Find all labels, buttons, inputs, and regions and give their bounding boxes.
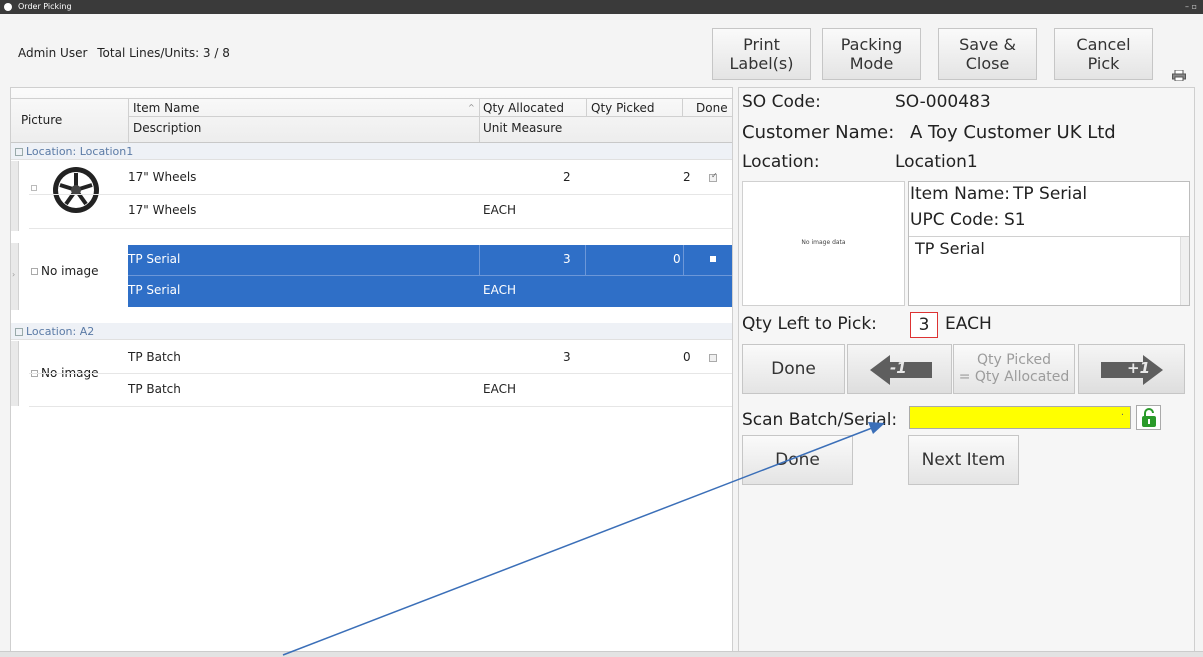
row-item-name[interactable]: TP Batch	[128, 349, 181, 366]
group-row-location1[interactable]: Location: Location1	[11, 143, 732, 160]
no-image-label: No image	[31, 264, 99, 278]
selected-row[interactable]: TP Serial 3 0 TP Serial EACH	[128, 245, 732, 307]
next-item-button[interactable]: Next Item	[908, 435, 1019, 485]
row-qty-picked[interactable]: 0	[673, 251, 681, 268]
info-icon	[4, 3, 12, 11]
customer-name-label: Customer Name:	[742, 122, 895, 143]
header-info: Admin User Total Lines/Units: 3 / 8	[18, 46, 230, 60]
user-name: Admin User	[18, 46, 88, 60]
qty-left-value: 3	[910, 312, 938, 338]
current-row-icon: ›	[12, 270, 16, 279]
unlock-icon	[1142, 408, 1156, 427]
row-qty-picked[interactable]: 2	[683, 169, 691, 186]
done-scan-button[interactable]: Done	[742, 435, 853, 485]
done-checkbox[interactable]	[709, 354, 717, 362]
row-description[interactable]: 17" Wheels	[128, 202, 196, 219]
row-unit-measure[interactable]: EACH	[483, 381, 516, 398]
item-image-box: No image data	[742, 181, 905, 306]
row-description[interactable]: TP Serial	[128, 282, 180, 299]
column-unit-measure[interactable]: Unit Measure	[483, 119, 562, 137]
item-description-box[interactable]: TP Serial	[909, 236, 1189, 305]
row-qty-allocated[interactable]: 3	[563, 251, 571, 268]
cancel-pick-button[interactable]: Cancel Pick	[1054, 28, 1153, 80]
lock-button[interactable]	[1136, 405, 1161, 430]
qty-picked-label-line2: = Qty Allocated	[958, 369, 1070, 385]
column-item-name[interactable]: Item Name	[133, 99, 200, 117]
upc-code-value: S1	[1004, 210, 1026, 230]
qty-picked-label-line1: Qty Picked	[976, 352, 1052, 369]
row-indicator[interactable]	[11, 161, 19, 231]
location-value: Location1	[895, 152, 978, 172]
location-label: Location:	[742, 152, 820, 172]
expand-icon[interactable]	[31, 268, 38, 275]
column-qty-picked[interactable]: Qty Picked	[591, 99, 655, 117]
row-item-name[interactable]: 17" Wheels	[128, 169, 196, 186]
plus-one-button[interactable]: +1	[1078, 344, 1185, 394]
totals-text: Total Lines/Units: 3 / 8	[97, 46, 230, 60]
printer-icon[interactable]	[1172, 70, 1186, 81]
customer-name-value: A Toy Customer UK Ltd	[910, 122, 1116, 143]
item-name-label: Item Name:	[910, 184, 1010, 204]
item-description: TP Serial	[915, 239, 985, 258]
row-indicator[interactable]	[11, 341, 19, 406]
column-picture[interactable]: Picture	[21, 111, 62, 129]
dropdown-icon[interactable]: ·	[1121, 410, 1124, 421]
column-qty-allocated[interactable]: Qty Allocated	[483, 99, 564, 117]
order-lines-grid: Picture Item Name ^ Description Qty Allo…	[10, 87, 733, 655]
item-name-value: TP Serial	[1013, 184, 1088, 204]
window-title: Order Picking	[18, 2, 72, 11]
row-qty-allocated[interactable]: 2	[563, 169, 571, 186]
qty-left-label: Qty Left to Pick:	[742, 314, 877, 334]
so-code-label: SO Code:	[742, 92, 821, 112]
window-controls[interactable]: – ▫	[1185, 0, 1197, 14]
scan-batch-serial-input[interactable]: ·	[909, 406, 1131, 429]
wheel-icon	[53, 167, 99, 213]
row-item-name[interactable]: TP Serial	[128, 251, 180, 268]
qty-left-unit: EACH	[945, 314, 992, 334]
description-scrollbar[interactable]	[1180, 237, 1189, 305]
so-code-value: SO-000483	[895, 92, 991, 112]
plus-one-label: +1	[1127, 359, 1151, 377]
grid-header: Picture Item Name ^ Description Qty Allo…	[11, 88, 732, 143]
minus-one-button[interactable]: -1	[847, 344, 952, 394]
minus-one-label: -1	[890, 359, 907, 377]
row-qty-picked[interactable]: 0	[683, 349, 691, 366]
collapse-icon[interactable]	[15, 328, 23, 336]
done-button[interactable]: Done	[742, 344, 845, 394]
row-qty-allocated[interactable]: 3	[563, 349, 571, 366]
qty-picked-equals-allocated-button[interactable]: Qty Picked = Qty Allocated	[953, 344, 1075, 394]
group-row-a2[interactable]: Location: A2	[11, 323, 732, 340]
scan-batch-serial-label: Scan Batch/Serial:	[742, 410, 898, 430]
upc-code-label: UPC Code:	[910, 210, 1000, 230]
collapse-icon[interactable]	[15, 148, 23, 156]
row-unit-measure[interactable]: EACH	[483, 202, 516, 219]
title-bar: Order Picking – ▫	[0, 0, 1203, 14]
column-description[interactable]: Description	[133, 119, 201, 137]
packing-mode-button[interactable]: Packing Mode	[822, 28, 921, 80]
done-checkbox-checked[interactable]: ✓	[709, 171, 718, 182]
row-description[interactable]: TP Batch	[128, 381, 181, 398]
group-label: Location: A2	[26, 325, 95, 338]
column-done[interactable]: Done	[696, 99, 728, 117]
done-checkbox[interactable]	[710, 256, 716, 262]
group-label: Location: Location1	[26, 145, 134, 158]
status-bar	[0, 651, 1203, 657]
expand-icon[interactable]	[31, 185, 37, 191]
sort-asc-icon: ^	[468, 103, 475, 112]
save-close-button[interactable]: Save & Close	[938, 28, 1037, 80]
row-unit-measure[interactable]: EACH	[483, 282, 516, 299]
print-labels-button[interactable]: Print Label(s)	[712, 28, 811, 80]
